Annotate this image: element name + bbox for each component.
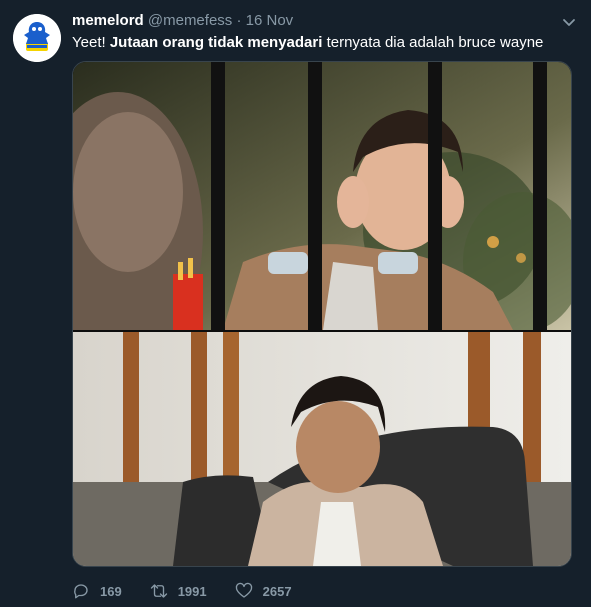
tweet-header: memelord @memefess · 16 Nov [72, 11, 293, 31]
reply-count: 169 [100, 583, 122, 599]
top-panel [73, 62, 571, 372]
tweet-text-end: ternyata dia adalah bruce wayne [322, 34, 544, 51]
retweet-button[interactable]: 1991 [150, 582, 207, 600]
tweet-text-start: Yeet! [72, 34, 110, 51]
timestamp[interactable]: 16 Nov [246, 12, 294, 29]
author-name[interactable]: memelord [72, 12, 144, 29]
separator: · [236, 12, 242, 29]
like-button[interactable]: 2657 [235, 582, 292, 600]
mascot-icon [13, 14, 61, 62]
meme-image [73, 62, 571, 566]
tweet[interactable]: memelord @memefess · 16 Nov Yeet! Jutaan… [0, 0, 591, 607]
retweet-icon [150, 584, 167, 598]
tweet-media[interactable] [72, 61, 572, 567]
bottom-panel [73, 332, 571, 566]
reply-icon [74, 584, 88, 599]
reply-button[interactable]: 169 [72, 582, 122, 600]
chevron-down-icon[interactable] [561, 14, 577, 30]
retweet-count: 1991 [177, 583, 207, 599]
avatar[interactable] [13, 14, 61, 62]
author-handle[interactable]: @memefess [148, 12, 232, 29]
tweet-text: Yeet! Jutaan orang tidak menyadari terny… [72, 33, 543, 53]
tweet-actions: 169 1991 2657 [72, 580, 320, 602]
heart-icon [235, 582, 252, 598]
tweet-text-bold: Jutaan orang tidak menyadari [109, 34, 323, 51]
like-count: 2657 [262, 583, 292, 599]
